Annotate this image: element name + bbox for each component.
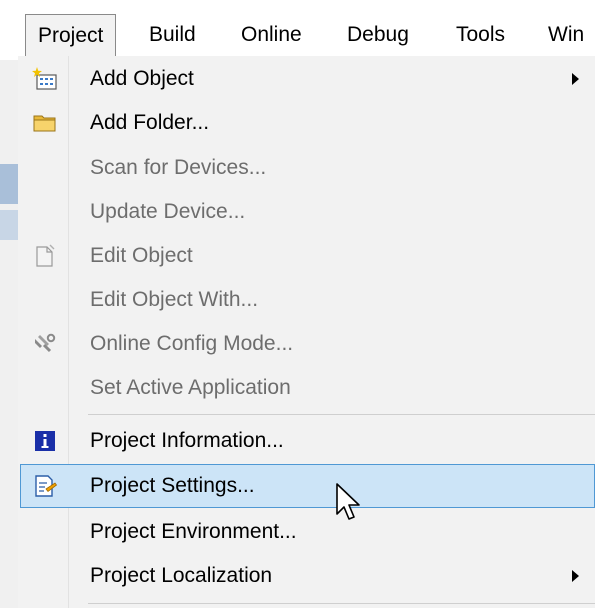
menu-item-project-settings[interactable]: Project Settings...	[20, 464, 595, 508]
mouse-pointer-icon	[336, 483, 360, 520]
menu-item-set-active-application[interactable]: Set Active Application	[20, 366, 595, 410]
menu-item-project-information[interactable]: Project Information...	[20, 419, 595, 463]
menu-item-label: Edit Object	[90, 244, 193, 267]
menu-separator	[88, 603, 595, 604]
menu-item-edit-object[interactable]: Edit Object	[20, 234, 595, 278]
menu-item-label: Project Information...	[90, 429, 284, 452]
menu-item-add-object[interactable]: Add Object	[20, 57, 595, 101]
menubar-build[interactable]: Build	[149, 14, 196, 56]
menu-item-online-config-mode[interactable]: Online Config Mode...	[20, 322, 595, 366]
submenu-arrow-icon	[572, 570, 579, 582]
menu-item-label: Online Config Mode...	[90, 332, 294, 355]
settings-icon	[35, 475, 58, 497]
folder-icon	[33, 115, 56, 132]
menu-item-label: Update Device...	[90, 200, 246, 223]
menu-item-update-device[interactable]: Update Device...	[20, 190, 595, 234]
menu-item-label: Project Localization	[90, 564, 273, 587]
menubar-window[interactable]: Win	[548, 14, 584, 56]
info-icon	[35, 431, 55, 451]
menu-item-scan-for-devices[interactable]: Scan for Devices...	[20, 146, 595, 190]
menu-item-label: Scan for Devices...	[90, 156, 267, 179]
menu-item-label: Set Active Application	[90, 376, 291, 399]
document-icon	[36, 244, 55, 267]
menu-item-label: Edit Object With...	[90, 288, 259, 311]
menubar-tools[interactable]: Tools	[456, 14, 505, 56]
menu-item-label: Project Settings...	[90, 474, 255, 497]
menu-item-add-folder[interactable]: Add Folder...	[20, 101, 595, 145]
menu-item-project-environment[interactable]: Project Environment...	[20, 510, 595, 554]
menu-item-label: Add Object	[90, 67, 194, 90]
menu-separator	[88, 414, 595, 415]
tools-icon	[35, 333, 56, 353]
background-window-edge	[0, 60, 18, 608]
menu-item-edit-object-with[interactable]: Edit Object With...	[20, 278, 595, 322]
menu-item-label: Project Environment...	[90, 520, 297, 543]
menubar-debug[interactable]: Debug	[347, 14, 409, 56]
menu-item-project-localization[interactable]: Project Localization	[20, 554, 595, 598]
menu-item-label: Add Folder...	[90, 111, 210, 134]
menubar-online[interactable]: Online	[241, 14, 302, 56]
menubar-project[interactable]: Project	[25, 14, 117, 56]
add-object-icon	[32, 67, 57, 90]
submenu-arrow-icon	[572, 73, 579, 85]
